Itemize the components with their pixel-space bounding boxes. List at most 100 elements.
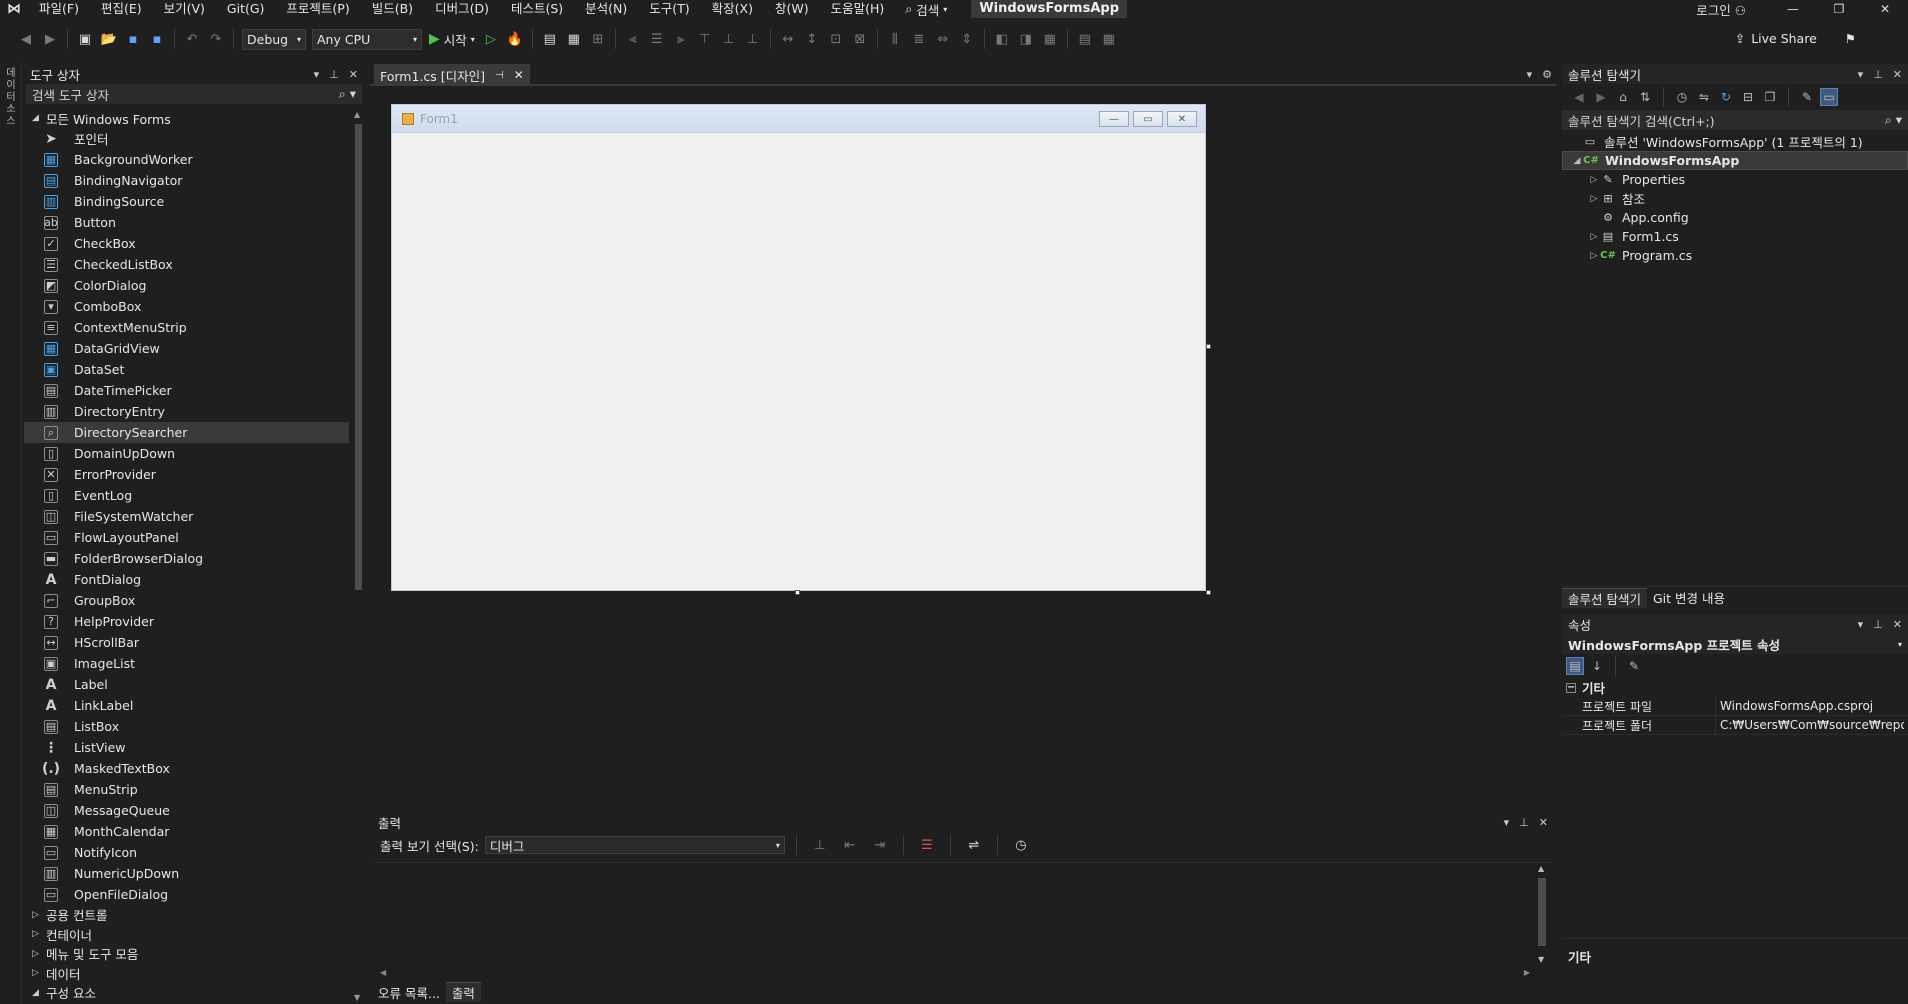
word-wrap-icon[interactable]: ⇌ [964, 835, 984, 855]
property-value[interactable]: C:₩Users₩Com₩source₩repos₩ [1716, 718, 1904, 732]
align-bottoms-icon[interactable]: ⊥ [743, 29, 763, 49]
toolbox-item[interactable]: ▣ ImageList [24, 653, 349, 674]
tab-git-changes[interactable]: Git 변경 내용 [1647, 588, 1731, 608]
show-all-files-icon[interactable]: ❐ [1761, 88, 1779, 106]
toolbox-item[interactable]: ▭ FlowLayoutPanel [24, 527, 349, 548]
restore-button[interactable]: ❐ [1816, 2, 1862, 16]
hspacing-icon[interactable]: ⫼ [885, 29, 905, 49]
output-hscrollbar[interactable]: ◀ ▶ [380, 968, 1530, 978]
toolbox-item[interactable]: ☰ CheckedListBox [24, 254, 349, 275]
wrench-icon[interactable]: ✎ [1798, 88, 1816, 106]
toolbox-item[interactable]: ▥ DirectoryEntry [24, 401, 349, 422]
toolbox-item[interactable]: ✕ ErrorProvider [24, 464, 349, 485]
toolbox-item[interactable]: ▤ BindingNavigator [24, 170, 349, 191]
close-icon[interactable]: ✕ [1539, 816, 1548, 829]
alphabetical-icon[interactable]: ↓ [1588, 657, 1606, 675]
chevron-down-icon[interactable]: ▾ [314, 68, 320, 81]
solution-explorer-icon[interactable]: ▤ [540, 29, 560, 49]
chevron-down-icon[interactable]: ▾ [1504, 816, 1510, 829]
solution-tree-item[interactable]: ◢ C# WindowsFormsApp [1562, 151, 1908, 170]
align-lefts-icon[interactable]: ⫷ [623, 29, 643, 49]
hot-reload-icon[interactable]: 🔥 [505, 29, 525, 49]
menu-item[interactable]: 빌드(B) [361, 0, 424, 18]
new-project-icon[interactable]: ▣ [75, 29, 95, 49]
close-tab-icon[interactable]: ✕ [514, 68, 524, 82]
toolbox-group[interactable]: ◢ 구성 요소 [24, 983, 349, 1003]
toolbox-group[interactable]: ▷ 공용 컨트롤 [24, 905, 349, 925]
menu-item[interactable]: 보기(V) [153, 0, 216, 18]
center-vertically-icon[interactable]: ⇕ [957, 29, 977, 49]
clear-all-icon[interactable]: ☰ [917, 835, 937, 855]
expander-icon[interactable]: ◢ [1571, 156, 1583, 166]
menu-item[interactable]: 도움말(H) [820, 0, 896, 18]
output-source-select[interactable]: 디버그 ▾ [484, 836, 785, 854]
toolbox-group[interactable]: ▷ 데이터 [24, 964, 349, 984]
property-pages-icon[interactable]: ✎ [1625, 657, 1643, 675]
size-to-grid-icon[interactable]: ⊡ [826, 29, 846, 49]
toolbox-item[interactable]: ↔ HScrollBar [24, 632, 349, 653]
scroll-left-icon[interactable]: ◀ [380, 968, 386, 977]
more-layout-icon[interactable]: ▦ [1099, 29, 1119, 49]
next-message-icon[interactable]: ⇥ [870, 835, 890, 855]
scroll-down-icon[interactable]: ▼ [354, 993, 360, 1002]
redo-icon[interactable]: ↷ [206, 29, 226, 49]
toolbox-item[interactable]: ◩ ColorDialog [24, 275, 349, 296]
preview-icon[interactable]: ▭ [1820, 88, 1838, 106]
toolbox-scrollbar[interactable]: ▲ ▼ [352, 108, 364, 1004]
toolbox-item[interactable]: ▯ EventLog [24, 485, 349, 506]
close-icon[interactable]: ✕ [1893, 68, 1902, 81]
solution-tree-item[interactable]: ▷ ⊞ 참조 [1562, 189, 1908, 208]
property-row[interactable]: 프로젝트 파일 WindowsFormsApp.csproj [1562, 696, 1908, 716]
toolbox-item[interactable]: ▦ MonthCalendar [24, 821, 349, 842]
toolbox-search-input[interactable]: 검색 도구 상자 ⌕ ▾ [26, 84, 362, 104]
close-icon[interactable]: ✕ [349, 68, 358, 81]
collapse-all-icon[interactable]: ⊟ [1739, 88, 1757, 106]
toolbox-item[interactable]: A Label [24, 674, 349, 695]
menu-item[interactable]: 테스트(S) [500, 0, 574, 18]
prev-message-icon[interactable]: ⇤ [840, 835, 860, 855]
pin-icon[interactable]: ⊥ [1873, 68, 1883, 81]
toolbox-item[interactable]: ▦ DataGridView [24, 338, 349, 359]
form1-client-area[interactable] [398, 135, 1199, 584]
solution-config-select[interactable]: Debug ▾ [242, 28, 306, 50]
start-debug-button[interactable]: ▶ 시작 ▾ [429, 30, 475, 49]
back-icon[interactable]: ◀ [1570, 88, 1588, 106]
expander-icon[interactable]: ▷ [1588, 251, 1600, 261]
toolbox-item[interactable]: ⋮ ListView [24, 737, 349, 758]
menu-item[interactable]: 프로젝트(P) [275, 0, 360, 18]
expander-icon[interactable]: ▷ [1588, 175, 1600, 185]
clock-icon[interactable]: ◷ [1011, 835, 1031, 855]
align-grid-icon[interactable]: ⊞ [588, 29, 608, 49]
solution-tree-item[interactable]: ▷ ✎ Properties [1562, 170, 1908, 189]
solution-tree-item[interactable]: ⚙ App.config [1562, 208, 1908, 227]
align-centers-icon[interactable]: ☰ [647, 29, 667, 49]
property-value[interactable]: WindowsFormsApp.csproj [1716, 699, 1904, 713]
tab-order-icon[interactable]: ▦ [1040, 29, 1060, 49]
feedback-icon[interactable]: ⚑ [1845, 31, 1856, 46]
toolbox-item[interactable]: (.) MaskedTextBox [24, 758, 349, 779]
sync-icon[interactable]: ⇋ [1695, 88, 1713, 106]
save-all-icon[interactable]: ▪ [147, 29, 167, 49]
start-without-debug-icon[interactable]: ▷ [481, 29, 501, 49]
solution-tree-item[interactable]: ▷ C# Program.cs [1562, 246, 1908, 265]
pending-changes-filter-icon[interactable]: ◷ [1673, 88, 1691, 106]
scroll-up-icon[interactable]: ▲ [354, 110, 360, 119]
tab-error-list[interactable]: 오류 목록... [372, 982, 446, 1002]
refresh-icon[interactable]: ↻ [1717, 88, 1735, 106]
home-icon[interactable]: ⌂ [1614, 88, 1632, 106]
toolbox-item[interactable]: ▥ NumericUpDown [24, 863, 349, 884]
chevron-down-icon[interactable]: ▾ [1527, 68, 1533, 81]
solution-tree-item[interactable]: ▭ 솔루션 'WindowsFormsApp' (1 프로젝트의 1) [1562, 132, 1908, 151]
toolbox-item[interactable]: ▣ DataSet [24, 359, 349, 380]
forward-icon[interactable]: ▶ [1592, 88, 1610, 106]
toolbox-item[interactable]: ▯ DomainUpDown [24, 443, 349, 464]
scroll-down-icon[interactable]: ▼ [1538, 955, 1544, 964]
tab-output[interactable]: 출력 [445, 982, 481, 1002]
toolbox-item[interactable]: ▤ MenuStrip [24, 779, 349, 800]
pin-icon[interactable]: ⊣ [495, 70, 504, 81]
toolbox-item[interactable]: ▬ FolderBrowserDialog [24, 548, 349, 569]
toolbox-item[interactable]: ▤ ListBox [24, 716, 349, 737]
toolbox-item[interactable]: A LinkLabel [24, 695, 349, 716]
forward-icon[interactable]: ▶ [40, 29, 60, 49]
solution-search-input[interactable]: 솔루션 탐색기 검색(Ctrl+;) ⌕ ▾ [1562, 110, 1908, 130]
